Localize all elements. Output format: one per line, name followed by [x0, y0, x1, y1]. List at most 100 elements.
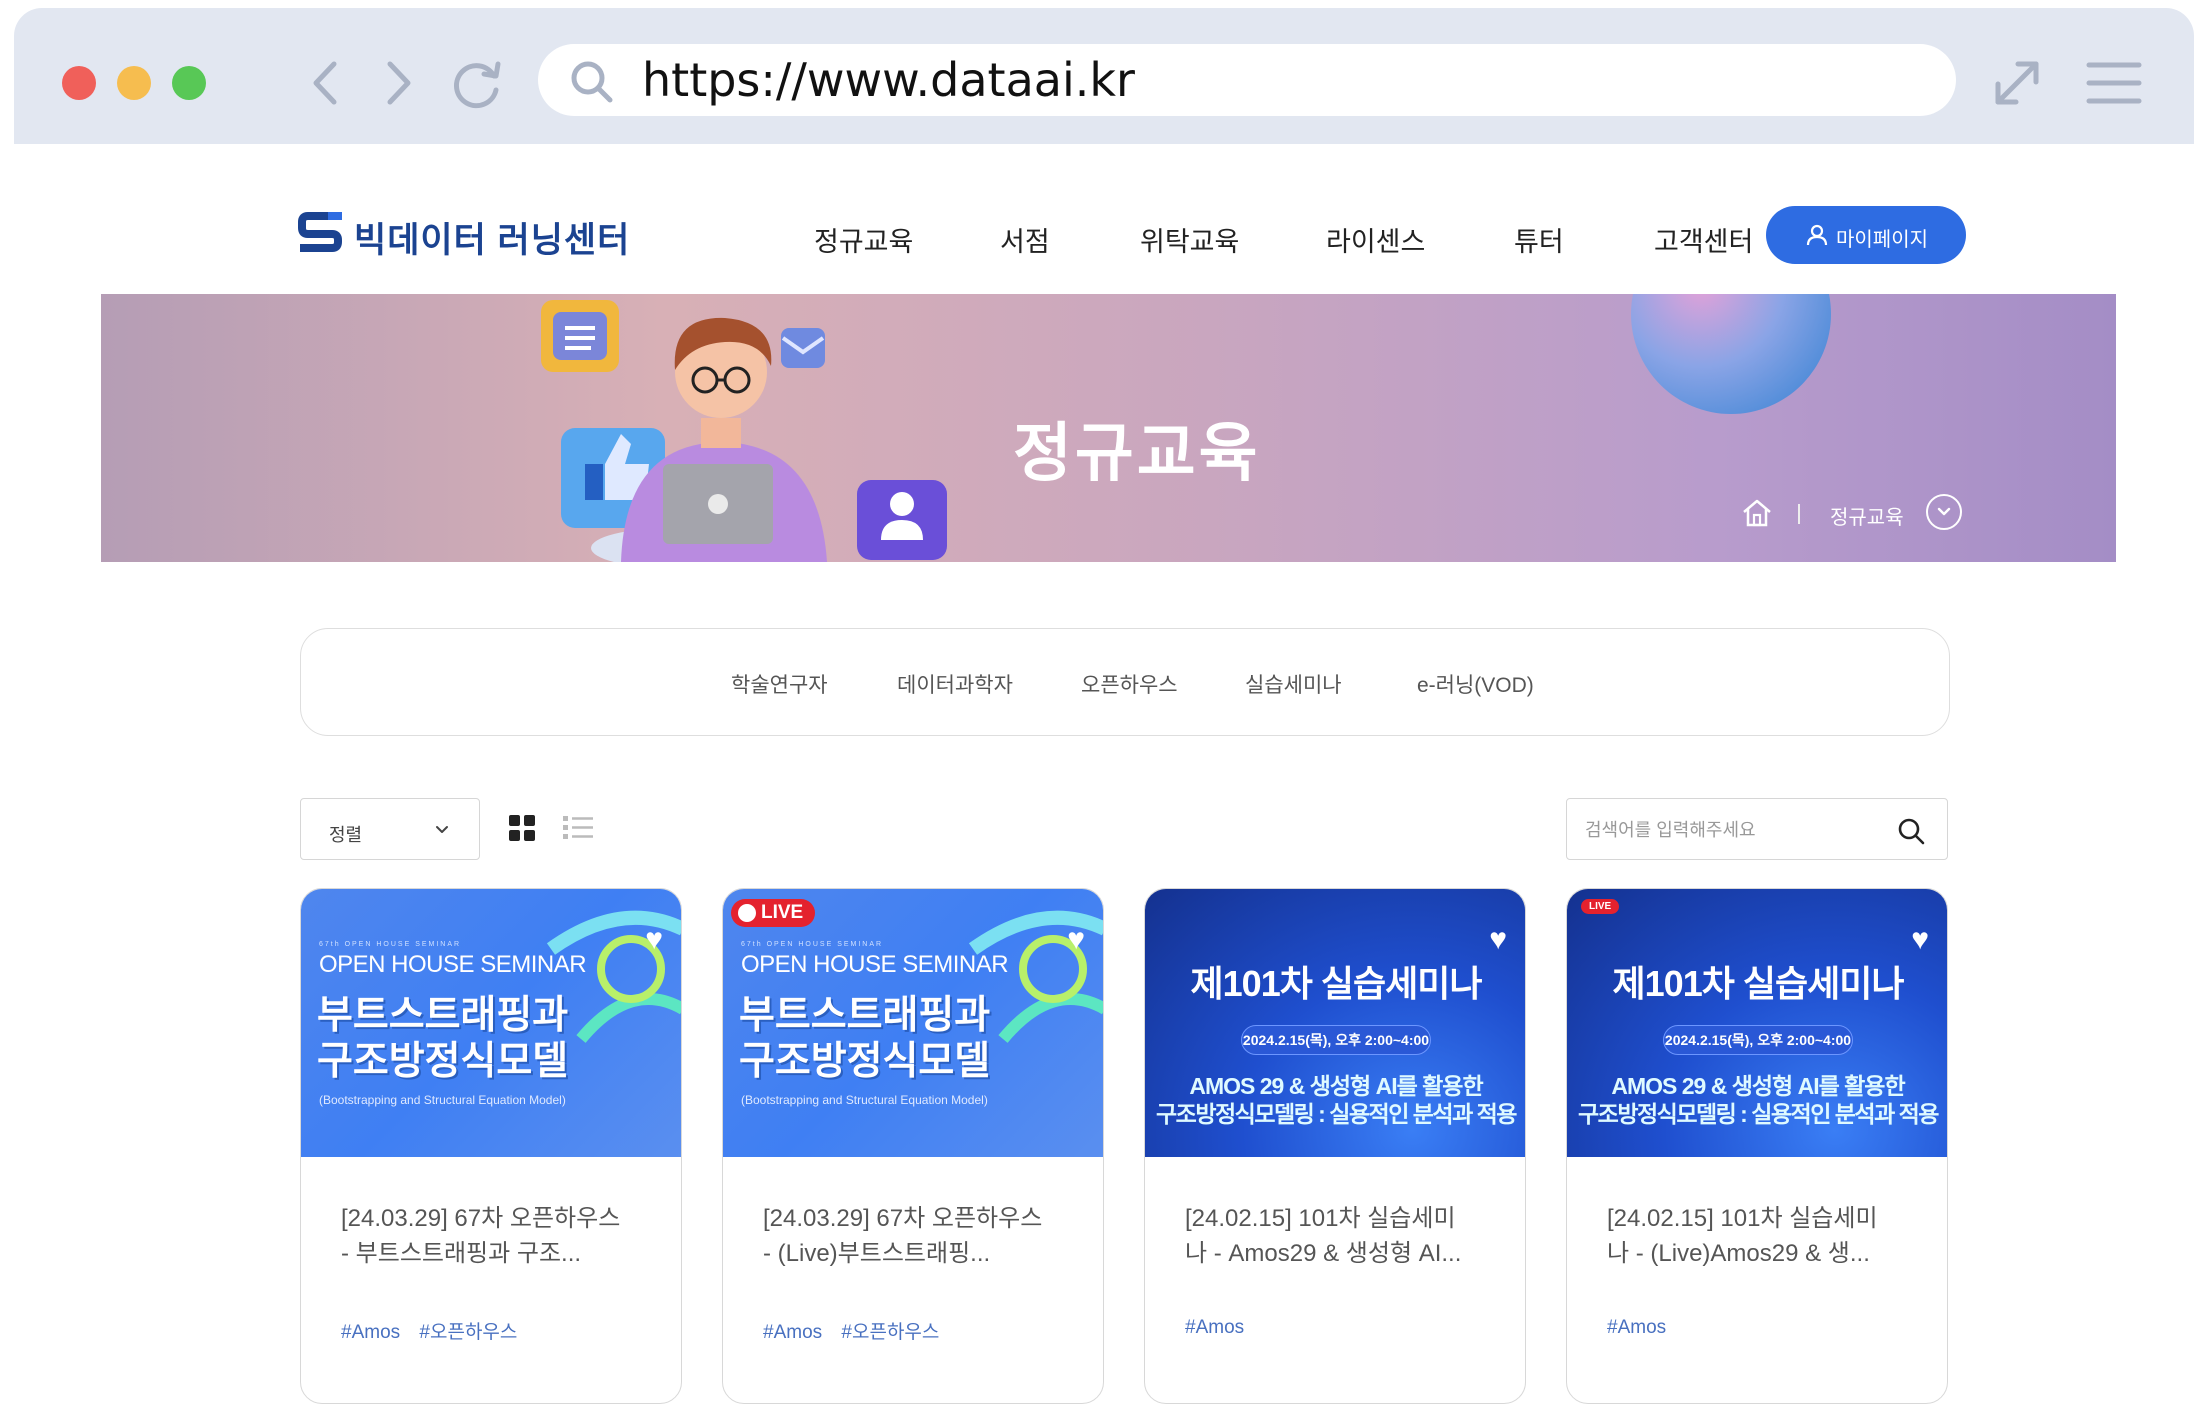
card-title-line: [24.03.29] 67차 오픈하우스	[763, 1205, 1043, 1232]
nav-license[interactable]: 라이센스	[1326, 220, 1425, 259]
thumb-title: 부트스트래핑과 구조방정식모델	[739, 993, 990, 1085]
tag[interactable]: #Amos	[763, 1322, 822, 1343]
grid-view-icon[interactable]	[508, 814, 536, 842]
tag[interactable]: #Amos	[341, 1322, 400, 1343]
tab-practice-seminar[interactable]: 실습세미나	[1245, 669, 1342, 699]
thumb-title-line: 부트스트래핑과	[739, 994, 991, 1037]
thumb-date: 2024.2.15(목), 오후 2:00~4:00	[1241, 1025, 1431, 1055]
hero-banner: 정규교육 정규교육	[101, 294, 2116, 562]
tab-academic-researcher[interactable]: 학술연구자	[731, 669, 828, 699]
tab-data-scientist[interactable]: 데이터과학자	[897, 669, 1013, 699]
category-tabs: 학술연구자 데이터과학자 오픈하우스 실습세미나 e-러닝(VOD)	[300, 628, 1950, 736]
browser-toolbar: https://www.dataai.kr	[14, 8, 2194, 144]
reload-icon[interactable]	[446, 54, 506, 114]
thumb-subtitle: 67th OPEN HOUSE SEMINAR	[319, 941, 462, 948]
site-header: 빅데이터 러닝센터 정규교육 서점 위탁교육 라이센스 튜터 고객센터 마이페이…	[14, 144, 2194, 302]
nav-tutor[interactable]: 튜터	[1514, 220, 1564, 259]
breadcrumb-current: 정규교육	[1830, 507, 1904, 529]
course-card[interactable]: LIVE ♥ 제101차 실습세미나 2024.2.15(목), 오후 2:00…	[1566, 888, 1948, 1404]
card-title[interactable]: [24.03.29] 67차 오픈하우스 - (Live)부트스트래핑...	[763, 1201, 1075, 1271]
tag[interactable]: #오픈하우스	[841, 1322, 939, 1343]
forward-arrow-icon[interactable]	[384, 60, 414, 106]
card-title-line: - (Live)부트스트래핑...	[763, 1240, 991, 1267]
card-title-line: - 부트스트래핑과 구조...	[341, 1240, 582, 1267]
play-icon	[738, 904, 756, 922]
thumb-title: 제101차 실습세미나	[1612, 963, 1905, 1004]
back-arrow-icon[interactable]	[310, 60, 340, 106]
expand-icon[interactable]	[1990, 56, 2044, 110]
chevron-down-icon	[1937, 507, 1951, 516]
menu-icon[interactable]	[2086, 60, 2142, 106]
tag[interactable]: #오픈하우스	[419, 1322, 517, 1343]
tag[interactable]: #Amos	[1607, 1317, 1666, 1338]
url-text: https://www.dataai.kr	[642, 53, 1135, 107]
favorite-heart-icon[interactable]: ♥	[1911, 925, 1929, 955]
decorative-sphere	[1631, 294, 1831, 414]
card-title[interactable]: [24.02.15] 101차 실습세미 나 - (Live)Amos29 & …	[1607, 1201, 1919, 1271]
favorite-heart-icon[interactable]: ♥	[1489, 925, 1507, 955]
card-tags: #Amos	[1185, 1317, 1258, 1339]
tag[interactable]: #Amos	[1185, 1317, 1244, 1338]
thumb-title-line: 부트스트래핑과	[317, 994, 569, 1037]
logo-icon[interactable]	[298, 210, 344, 254]
sort-select[interactable]: 정렬	[300, 798, 480, 860]
page-title: 정규교육	[1013, 417, 1261, 489]
course-card[interactable]: ♥ 67th OPEN HOUSE SEMINAR OPEN HOUSE SEM…	[300, 888, 682, 1404]
thumb-english-title: (Bootstrapping and Structural Equation M…	[319, 1093, 566, 1107]
search-icon[interactable]	[1897, 817, 1925, 845]
logo-text[interactable]: 빅데이터 러닝센터	[354, 212, 630, 263]
nav-customer-center[interactable]: 고객센터	[1654, 220, 1753, 259]
list-view-icon[interactable]	[562, 814, 594, 842]
home-icon[interactable]	[1741, 498, 1773, 528]
card-title[interactable]: [24.03.29] 67차 오픈하우스 - 부트스트래핑과 구조...	[341, 1201, 653, 1271]
breadcrumb-divider	[1798, 504, 1800, 524]
nav-consignment-education[interactable]: 위탁교육	[1140, 220, 1239, 259]
card-title-line: 나 - (Live)Amos29 & 생...	[1607, 1240, 1870, 1267]
browser-window: https://www.dataai.kr 빅데이터 러닝센터 정규교육 서점 …	[14, 8, 2194, 1408]
thumb-heading: OPEN HOUSE SEMINAR	[319, 951, 587, 978]
course-search	[1566, 798, 1948, 860]
minimize-window-button[interactable]	[117, 66, 151, 100]
course-thumbnail[interactable]: ♥ 67th OPEN HOUSE SEMINAR OPEN HOUSE SEM…	[301, 889, 681, 1157]
thumb-title-line: 구조방정식모델	[739, 1040, 991, 1083]
mypage-label: 마이페이지	[1836, 229, 1928, 251]
card-title-line: 나 - Amos29 & 생성형 AI...	[1185, 1240, 1462, 1267]
thumb-english-title: (Bootstrapping and Structural Equation M…	[741, 1093, 988, 1107]
thumb-heading: OPEN HOUSE SEMINAR	[741, 951, 1009, 978]
course-card[interactable]: LIVE ♥ 67th OPEN HOUSE SEMINAR OPEN HOUS…	[722, 888, 1104, 1404]
card-title[interactable]: [24.02.15] 101차 실습세미 나 - Amos29 & 생성형 AI…	[1185, 1201, 1497, 1271]
thumb-date: 2024.2.15(목), 오후 2:00~4:00	[1663, 1025, 1853, 1055]
course-thumbnail[interactable]: ♥ 제101차 실습세미나 2024.2.15(목), 오후 2:00~4:00…	[1145, 889, 1525, 1157]
card-tags: #Amos	[1607, 1317, 1680, 1339]
favorite-heart-icon[interactable]: ♥	[1067, 925, 1085, 955]
thumb-title: 제101차 실습세미나	[1190, 963, 1483, 1004]
search-icon	[571, 61, 613, 103]
thumb-title: 부트스트래핑과 구조방정식모델	[317, 993, 568, 1085]
card-title-line: [24.02.15] 101차 실습세미	[1185, 1205, 1456, 1232]
nav-regular-education[interactable]: 정규교육	[814, 220, 913, 259]
favorite-heart-icon[interactable]: ♥	[645, 925, 663, 955]
sort-label: 정렬	[329, 825, 363, 845]
hero-illustration	[541, 300, 947, 562]
tab-open-house[interactable]: 오픈하우스	[1081, 669, 1178, 699]
breadcrumb-dropdown-button[interactable]	[1926, 494, 1962, 530]
course-thumbnail[interactable]: LIVE ♥ 67th OPEN HOUSE SEMINAR OPEN HOUS…	[723, 889, 1103, 1157]
card-tags: #Amos #오픈하우스	[763, 1317, 953, 1344]
course-card[interactable]: ♥ 제101차 실습세미나 2024.2.15(목), 오후 2:00~4:00…	[1144, 888, 1526, 1404]
close-window-button[interactable]	[62, 66, 96, 100]
nav-bookstore[interactable]: 서점	[1000, 220, 1050, 259]
card-title-line: [24.02.15] 101차 실습세미	[1607, 1205, 1878, 1232]
maximize-window-button[interactable]	[172, 66, 206, 100]
live-badge: LIVE	[1581, 899, 1620, 914]
user-icon	[1806, 224, 1828, 246]
course-thumbnail[interactable]: LIVE ♥ 제101차 실습세미나 2024.2.15(목), 오후 2:00…	[1567, 889, 1947, 1157]
search-input[interactable]	[1585, 815, 1885, 845]
address-bar[interactable]: https://www.dataai.kr	[538, 44, 1956, 116]
thumb-headline: 구조방정식모델링 : 실용적인 분석과 적용	[1578, 1101, 1939, 1127]
card-tags: #Amos #오픈하우스	[341, 1317, 531, 1344]
thumb-headline: 구조방정식모델링 : 실용적인 분석과 적용	[1156, 1101, 1517, 1127]
card-title-line: [24.03.29] 67차 오픈하우스	[341, 1205, 621, 1232]
tab-e-learning[interactable]: e-러닝(VOD)	[1417, 669, 1534, 699]
live-label: LIVE	[761, 902, 804, 923]
mypage-button[interactable]: 마이페이지	[1766, 206, 1966, 264]
